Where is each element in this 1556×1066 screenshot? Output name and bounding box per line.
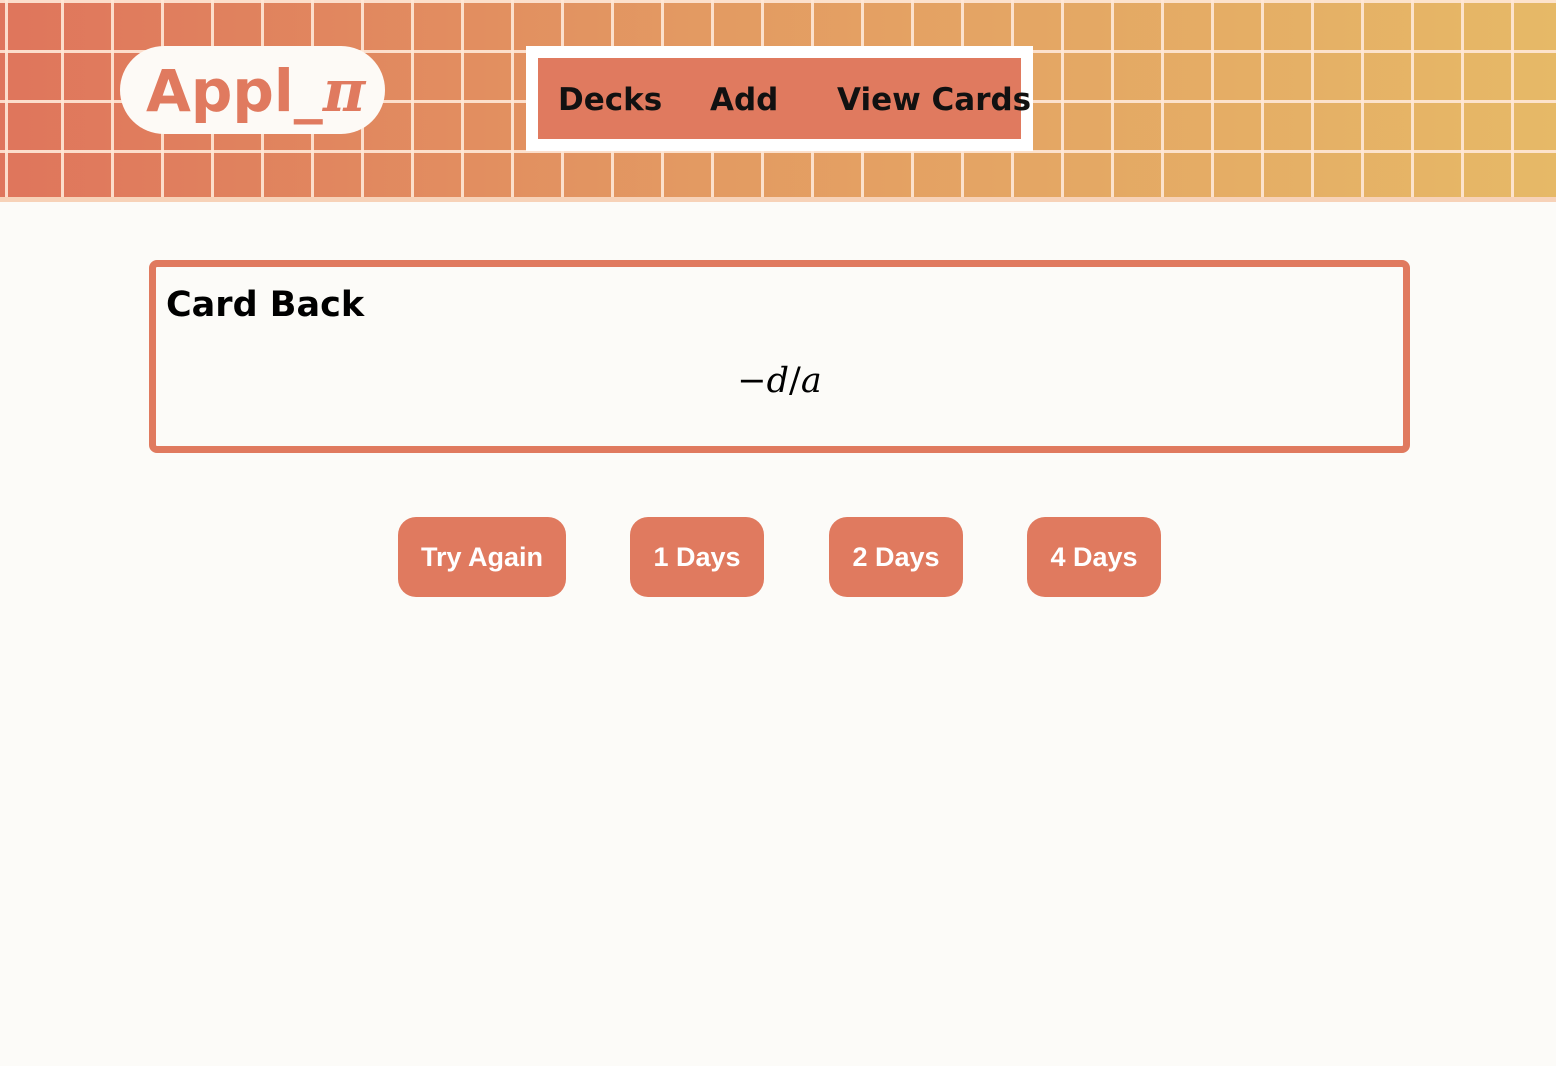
four-days-button[interactable]: 4 Days bbox=[1027, 517, 1161, 597]
card-answer: −d/a bbox=[156, 359, 1403, 403]
header-divider bbox=[0, 197, 1556, 202]
nav-item-decks[interactable]: Decks bbox=[558, 58, 662, 139]
answer-numerator: d bbox=[766, 361, 790, 401]
nav-item-view-cards[interactable]: View Cards bbox=[837, 58, 1031, 139]
answer-slash: / bbox=[789, 361, 801, 401]
answer-minus: − bbox=[737, 361, 767, 401]
app-logo[interactable]: Appl_π bbox=[120, 46, 385, 134]
logo-pi-symbol: π bbox=[322, 57, 366, 125]
flashcard: Card Back −d/a bbox=[149, 260, 1410, 453]
nav-bar: Decks Add View Cards bbox=[538, 58, 1031, 139]
logo-text: Appl_ bbox=[146, 57, 323, 125]
two-days-button[interactable]: 2 Days bbox=[829, 517, 963, 597]
try-again-button[interactable]: Try Again bbox=[398, 517, 566, 597]
answer-denominator: a bbox=[800, 361, 822, 401]
one-day-button[interactable]: 1 Days bbox=[630, 517, 764, 597]
main-nav: Decks Add View Cards bbox=[526, 46, 1033, 151]
card-side-title: Card Back bbox=[166, 285, 365, 325]
nav-item-add[interactable]: Add bbox=[710, 58, 778, 139]
